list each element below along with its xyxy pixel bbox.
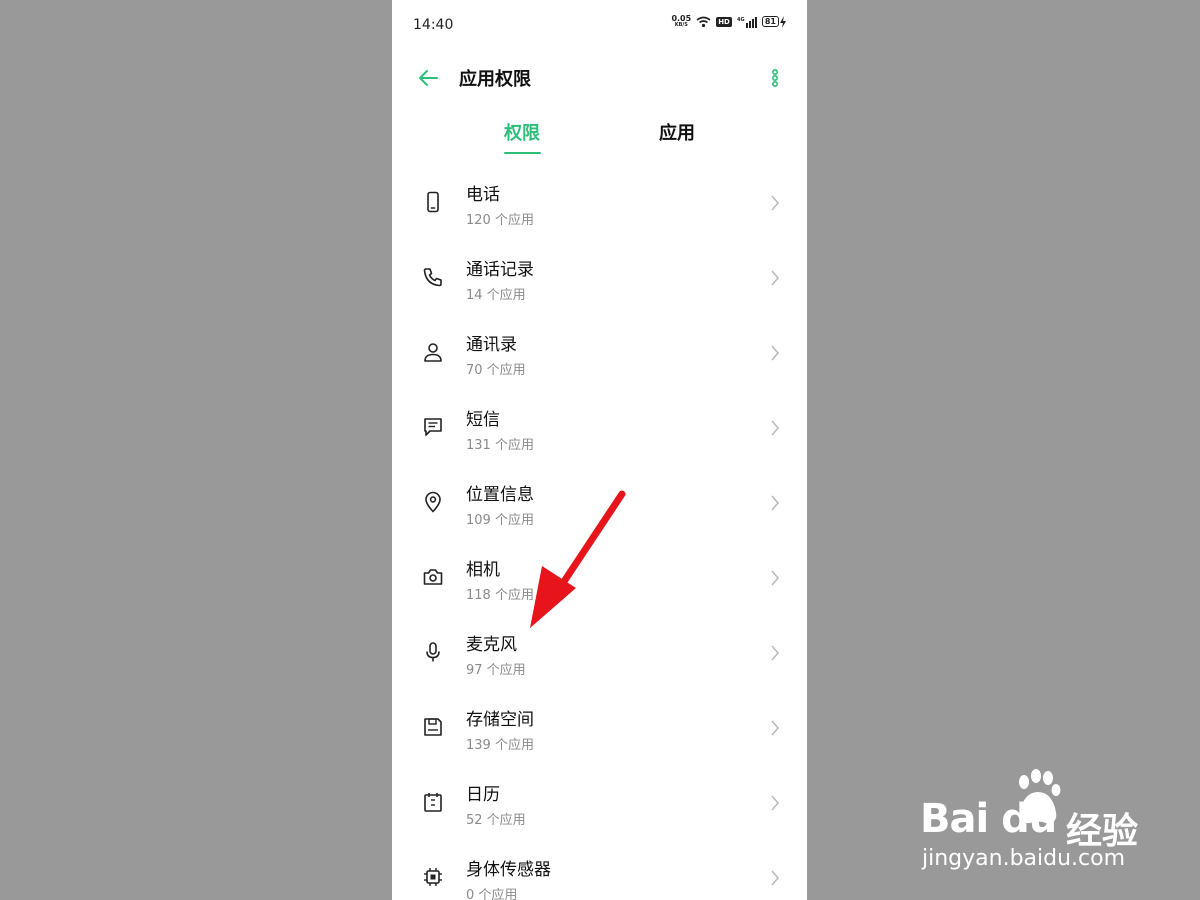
- chevron-right-icon: [771, 420, 780, 436]
- storage-icon: [424, 718, 442, 736]
- permission-name: 位置信息: [466, 485, 534, 505]
- permission-app-count: 109 个应用: [466, 513, 534, 528]
- page-title: 应用权限: [459, 69, 531, 90]
- permission-name: 麦克风: [466, 635, 517, 655]
- permission-app-count: 70 个应用: [466, 363, 526, 378]
- more-options-icon[interactable]: [767, 66, 783, 90]
- permission-app-count: 131 个应用: [466, 438, 534, 453]
- permission-name: 存储空间: [466, 710, 534, 730]
- chevron-right-icon: [771, 570, 780, 586]
- permission-item-calendar[interactable]: 日历 52 个应用: [392, 766, 807, 841]
- battery-level: 81: [761, 16, 779, 27]
- permission-app-count: 52 个应用: [466, 813, 526, 828]
- calendar-icon: [424, 793, 442, 812]
- camera-icon: [423, 569, 443, 585]
- tab-permissions[interactable]: 权限: [504, 119, 540, 145]
- permission-name: 日历: [466, 785, 500, 805]
- chevron-right-icon: [771, 795, 780, 811]
- network-speed: 0.05 KB/S: [671, 15, 691, 28]
- tab-bar: 权限 应用: [392, 110, 807, 160]
- active-tab-indicator: [504, 152, 541, 154]
- back-arrow-icon[interactable]: [416, 66, 440, 90]
- permission-item-microphone[interactable]: 麦克风 97 个应用: [392, 616, 807, 691]
- chevron-right-icon: [771, 645, 780, 661]
- permission-item-camera[interactable]: 相机 118 个应用: [392, 541, 807, 616]
- permission-app-count: 139 个应用: [466, 738, 534, 753]
- permission-name: 相机: [466, 560, 500, 580]
- location-icon: [425, 491, 441, 513]
- permission-app-count: 97 个应用: [466, 663, 526, 678]
- permission-list: 电话 120 个应用 通话记录 14 个应用 通讯录 70 个应用 短信 131…: [392, 166, 807, 900]
- chevron-right-icon: [771, 870, 780, 886]
- wifi-icon: [696, 16, 711, 27]
- microphone-icon: [426, 642, 440, 662]
- battery-indicator: 81: [761, 15, 787, 28]
- permission-item-contacts[interactable]: 通讯录 70 个应用: [392, 316, 807, 391]
- svg-text:4G: 4G: [737, 17, 745, 23]
- permission-name: 电话: [466, 185, 500, 205]
- watermark-brand: Bai du: [920, 796, 1057, 842]
- permission-name: 短信: [466, 410, 500, 430]
- app-bar: 应用权限: [392, 52, 807, 102]
- permission-app-count: 14 个应用: [466, 288, 526, 303]
- network-speed-unit: KB/S: [674, 22, 688, 28]
- phone-screen: 14:40 0.05 KB/S HD 4G 81 应用权限 权限 应用 电话 1…: [392, 0, 807, 900]
- body-sensor-icon: [424, 868, 442, 886]
- permission-name: 通话记录: [466, 260, 534, 280]
- chevron-right-icon: [771, 270, 780, 286]
- permission-name: 身体传感器: [466, 860, 551, 880]
- contacts-icon: [424, 343, 442, 362]
- watermark-url: jingyan.baidu.com: [922, 846, 1126, 871]
- permission-item-location[interactable]: 位置信息 109 个应用: [392, 466, 807, 541]
- permission-app-count: 118 个应用: [466, 588, 534, 603]
- chevron-right-icon: [771, 495, 780, 511]
- phone-icon: [427, 191, 439, 213]
- charging-icon: [780, 15, 786, 28]
- status-time: 14:40: [413, 17, 454, 33]
- chevron-right-icon: [771, 720, 780, 736]
- status-bar: 14:40 0.05 KB/S HD 4G 81: [392, 0, 807, 50]
- call-log-icon: [423, 268, 442, 287]
- permission-item-storage[interactable]: 存储空间 139 个应用: [392, 691, 807, 766]
- permission-item-phone[interactable]: 电话 120 个应用: [392, 166, 807, 241]
- permission-item-sms[interactable]: 短信 131 个应用: [392, 391, 807, 466]
- chevron-right-icon: [771, 195, 780, 211]
- baidu-jingyan-watermark: Bai du 经验 jingyan.baidu.com: [918, 768, 1178, 878]
- tab-apps[interactable]: 应用: [659, 119, 695, 145]
- permission-item-body-sensors[interactable]: 身体传感器 0 个应用: [392, 841, 807, 900]
- hd-badge: HD: [716, 16, 732, 27]
- signal-icon: 4G: [737, 16, 757, 28]
- permission-app-count: 120 个应用: [466, 213, 534, 228]
- sms-icon: [424, 418, 442, 436]
- permission-item-call-log[interactable]: 通话记录 14 个应用: [392, 241, 807, 316]
- permission-name: 通讯录: [466, 335, 517, 355]
- permission-app-count: 0 个应用: [466, 888, 518, 900]
- status-icons: 0.05 KB/S HD 4G 81: [671, 15, 787, 28]
- chevron-right-icon: [771, 345, 780, 361]
